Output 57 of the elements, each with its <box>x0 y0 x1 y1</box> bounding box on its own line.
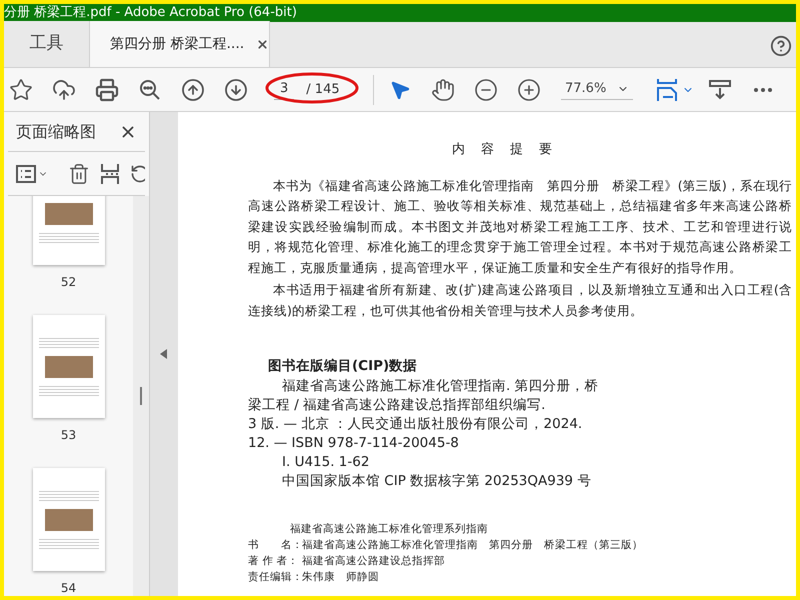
window-title: 分册 桥梁工程.pdf - Adobe Acrobat Pro (64-bit) <box>4 4 297 22</box>
imprint-value: 福建省高速公路建设总指挥部 <box>302 554 445 569</box>
scrollbar-thumb[interactable] <box>140 387 142 405</box>
panel-title: 页面缩略图 <box>16 120 96 142</box>
page-number: 52 <box>60 274 76 291</box>
cip-line: 梁工程 / 福建省高速公路建设总指挥部组织编写. <box>248 396 546 415</box>
cip-line: 福建省高速公路施工标准化管理指南. 第四分册，桥 <box>281 377 600 396</box>
fit-page-button[interactable] <box>656 76 694 102</box>
imprint-label: 书 名： <box>248 538 302 553</box>
trash-icon[interactable] <box>68 162 90 184</box>
more-icon <box>754 88 772 92</box>
search-icon <box>138 78 162 102</box>
tab-label: 工具 <box>30 32 64 56</box>
series-title: 福建省高速公路施工标准化管理系列指南 <box>289 522 489 537</box>
photo-placeholder <box>44 202 92 224</box>
page-number: 53 <box>60 427 76 444</box>
cip-line: 3 版. — 北京 ：人民交通出版社股份有限公司，2024. <box>248 415 584 434</box>
imprint-label: 责任编辑： <box>248 570 302 585</box>
summary-paragraph: 本书为《福建省高速公路施工标准化管理指南 第四分册 桥梁工程》(第三版)，系在现行高速公路桥梁工程设计、施工、验收等相关标准、规范基础上，总结福建省多年来高速公路桥梁建设实践经验编制而成。本书图文并茂地对桥梁工程施工工序、技术、工艺和管理进行说明，将规范化管理、标准化施工的理念贯穿于施工管理全过程。本书对于规范高速公路桥梁工程施工，克服质量通病，提高管理水平，保证施工质量和安全生产有很好的指导作用。 <box>248 176 792 276</box>
cip-heading: 图书在版编目(CIP)数据 <box>268 357 418 376</box>
imprint-value: 福建省高速公路施工标准化管理指南 第四分册 桥梁工程（第三版） <box>302 538 643 553</box>
tools-tab[interactable]: 工具 <box>4 21 90 67</box>
list-icon <box>16 164 36 182</box>
photo-placeholder <box>44 508 92 530</box>
cip-line: 12. — ISBN 978-7-114-20045-8 <box>248 434 460 453</box>
document-tab[interactable]: 第四分册 桥梁工程.... <box>90 21 270 67</box>
collapse-arrow-icon <box>160 349 168 359</box>
plus-circle-icon <box>517 78 541 102</box>
imprint-value: 朱伟康 师静圆 <box>302 570 379 585</box>
imprint-label: 著 作 者： <box>248 554 300 569</box>
minus-circle-icon <box>474 78 498 102</box>
star-icon <box>9 78 33 102</box>
close-icon[interactable] <box>256 38 270 50</box>
rotate-icon[interactable] <box>130 164 145 184</box>
options-button[interactable] <box>16 164 48 182</box>
photo-placeholder <box>44 356 92 378</box>
arrow-down-icon <box>224 78 248 102</box>
page-thumbnail[interactable] <box>32 315 104 418</box>
tab-label: 第四分册 桥梁工程.... <box>110 34 244 54</box>
zoom-dropdown[interactable]: 77.6% <box>561 79 633 100</box>
scroll-mode-icon <box>708 78 732 102</box>
cip-line: 中国国家版本馆 CIP 数据核字第 20253QA939 号 <box>281 472 592 491</box>
page-number: 54 <box>60 580 76 596</box>
cip-line: Ⅰ. U415. 1-62 <box>281 453 370 472</box>
hand-icon <box>431 78 455 102</box>
pointer-icon <box>389 78 411 100</box>
zoom-value: 77.6% <box>565 80 606 98</box>
page-total: / 145 <box>306 80 340 99</box>
help-icon[interactable] <box>770 35 792 57</box>
summary-paragraph: 本书适用于福建省所有新建、改(扩)建高速公路项目，以及新增独立互通和出入口工程(含连接线)的桥梁工程，也可供其他省份相关管理与技术人员参考使用。 <box>248 281 792 320</box>
page-thumbnail[interactable] <box>32 468 104 571</box>
printer-icon <box>95 78 119 102</box>
cloud-upload-icon <box>52 78 76 102</box>
page-heading: 内 容 提 要 <box>450 141 560 159</box>
insert-page-icon[interactable] <box>100 162 120 184</box>
page-number-field[interactable]: 3 <box>274 79 294 100</box>
arrow-up-icon <box>181 78 205 102</box>
